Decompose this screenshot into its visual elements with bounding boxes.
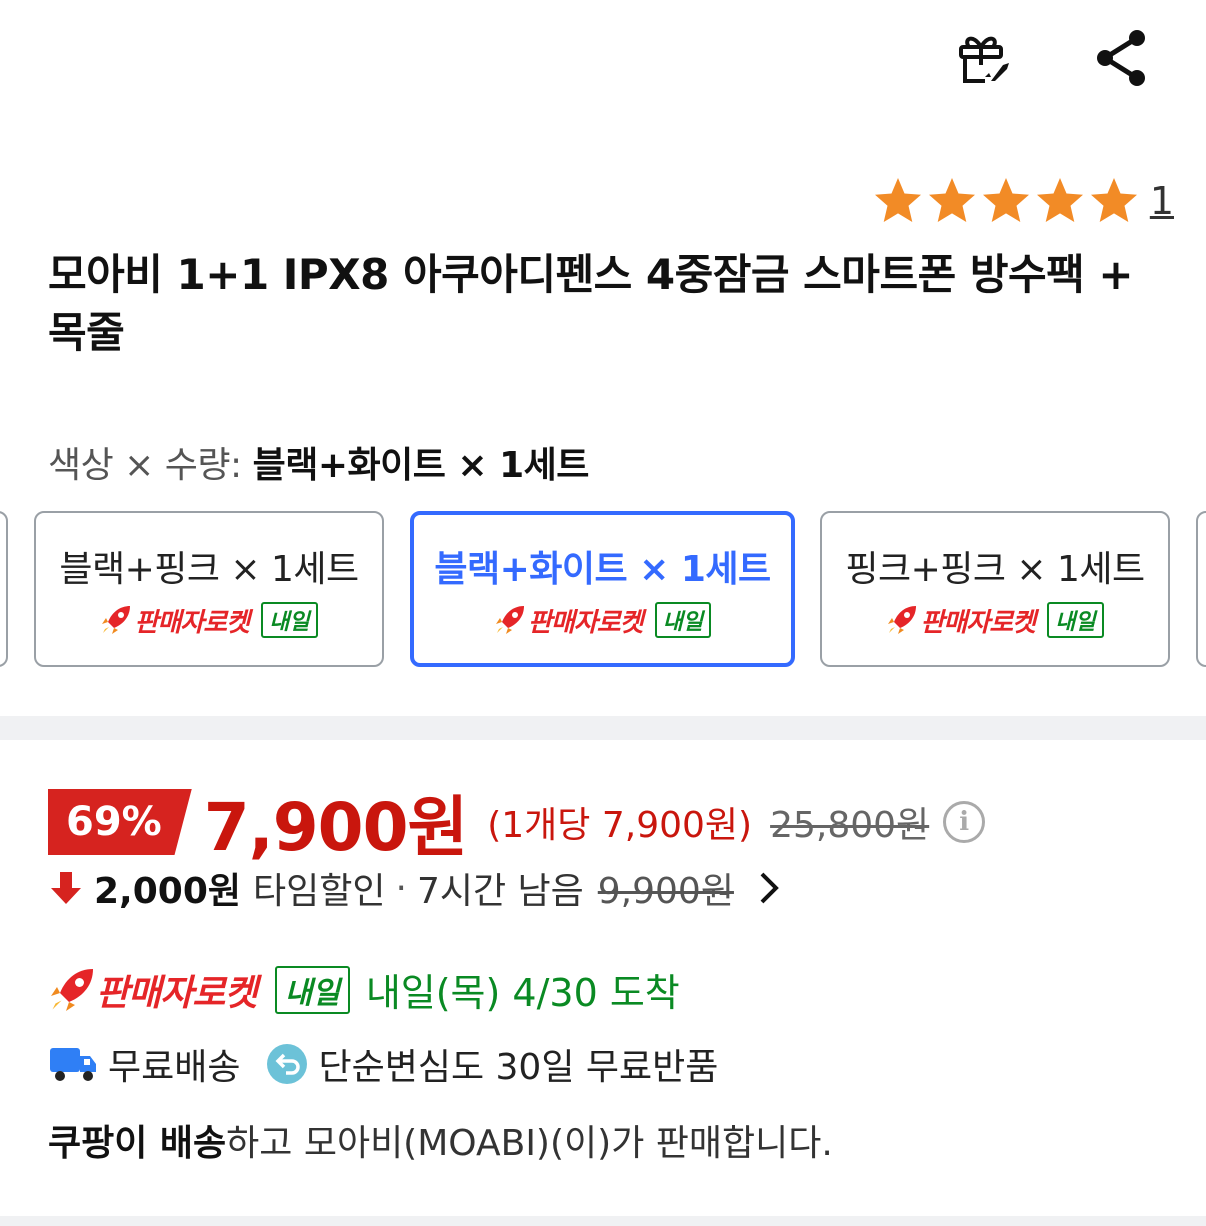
option-card-partial-left[interactable]: [0, 511, 8, 667]
star-rating: [872, 176, 1140, 226]
chevron-right-icon[interactable]: [758, 870, 782, 906]
star-icon: [1090, 178, 1137, 222]
rocket-badge: 판매자로켓: [886, 602, 1036, 639]
rocket-icon: [102, 606, 131, 634]
timedeal-remaining: 7시간 남음: [416, 871, 584, 912]
rocket-icon: [888, 606, 917, 634]
option-selected-value: 블랙+화이트 × 1세트: [252, 445, 590, 486]
delivery-row: 판매자로켓 내일 내일(목) 4/30 도착: [48, 962, 680, 1017]
rocket-icon: [51, 968, 93, 1011]
truck-icon: [50, 1048, 96, 1081]
price-row: 69% 7,900원 (1개당 7,900원) 25,800원 i: [48, 774, 986, 870]
option-card-partial-right[interactable]: [1196, 511, 1206, 667]
review-count-link[interactable]: 1: [1150, 176, 1174, 226]
gift-icon[interactable]: [952, 26, 1016, 90]
seller-bold: 쿠팡이 배송: [48, 1123, 227, 1164]
return-policy: 단순변심도 30일 무료반품: [318, 1047, 719, 1088]
timedeal-label: 타임할인: [253, 871, 386, 912]
option-card-selected[interactable]: 블랙+화이트 × 1세트 판매자로켓 내일: [410, 511, 795, 667]
unit-price: (1개당 7,900원): [487, 805, 753, 846]
return-icon: [267, 1044, 308, 1084]
arrival-date: 내일(목) 4/30 도착: [365, 971, 680, 1015]
rocket-label: 판매자로켓: [527, 607, 644, 638]
tomorrow-tag: 내일: [274, 965, 350, 1014]
sale-price: 7,900원: [203, 789, 468, 866]
top-actions: [952, 26, 1154, 90]
timedeal-amount: 2,000원: [94, 871, 241, 912]
original-price: 25,800원: [770, 805, 930, 846]
product-title: 모아비 1+1 IPX8 아쿠아디펜스 4중잠금 스마트폰 방수팩 + 목줄: [48, 250, 1134, 357]
star-icon: [928, 178, 975, 222]
option-card[interactable]: 핑크+핑크 × 1세트 판매자로켓 내일: [820, 511, 1170, 667]
option-name: 블랙+핑크 × 1세트: [59, 548, 359, 590]
section-divider: [0, 1216, 1206, 1226]
tomorrow-tag: 내일: [654, 602, 712, 638]
timedeal-row[interactable]: 2,000원 타임할인 · 7시간 남음 9,900원: [48, 862, 782, 914]
option-label: 색상 × 수량: 블랙+화이트 × 1세트: [48, 436, 589, 488]
rocket-icon: [495, 606, 524, 634]
rating[interactable]: 1: [872, 176, 1174, 226]
option-card[interactable]: 블랙+핑크 × 1세트 판매자로켓 내일: [34, 511, 384, 667]
rocket-label: 판매자로켓: [134, 607, 250, 638]
discount-badge: 69%: [48, 789, 192, 855]
option-badges: 판매자로켓 내일: [494, 602, 712, 639]
shipping-row: 무료배송 단순변심도 30일 무료반품: [48, 1038, 718, 1090]
free-shipping: 무료배송: [108, 1047, 241, 1088]
share-icon[interactable]: [1090, 26, 1154, 90]
star-icon: [874, 178, 921, 222]
rocket-badge: 판매자로켓: [494, 602, 644, 639]
rocket-label: 판매자로켓: [96, 972, 258, 1014]
option-name: 블랙+화이트 × 1세트: [434, 548, 771, 590]
rocket-badge: 판매자로켓: [100, 602, 250, 639]
timedeal-before-price: 9,900원: [597, 871, 734, 912]
option-label-prefix: 색상 × 수량:: [48, 445, 253, 486]
arrow-down-icon: [51, 872, 81, 904]
rocket-label: 판매자로켓: [920, 607, 1036, 638]
seller-info: 쿠팡이 배송하고 모아비(MOABI)(이)가 판매합니다.: [48, 1114, 833, 1166]
info-icon[interactable]: i: [943, 801, 986, 843]
star-icon: [1036, 178, 1083, 222]
option-carousel[interactable]: 블랙+핑크 × 1세트 판매자로켓 내일 블랙+화이트 × 1세트 판매자로켓 …: [0, 511, 1206, 671]
section-divider: [0, 716, 1206, 740]
seller-rest: 하고 모아비(MOABI)(이)가 판매합니다.: [226, 1123, 833, 1164]
option-badges: 판매자로켓 내일: [886, 602, 1104, 639]
tomorrow-tag: 내일: [261, 602, 318, 638]
option-badges: 판매자로켓 내일: [100, 602, 318, 639]
star-icon: [982, 178, 1029, 222]
option-name: 핑크+핑크 × 1세트: [845, 548, 1145, 590]
separator: ·: [395, 867, 407, 909]
tomorrow-tag: 내일: [1047, 602, 1104, 638]
